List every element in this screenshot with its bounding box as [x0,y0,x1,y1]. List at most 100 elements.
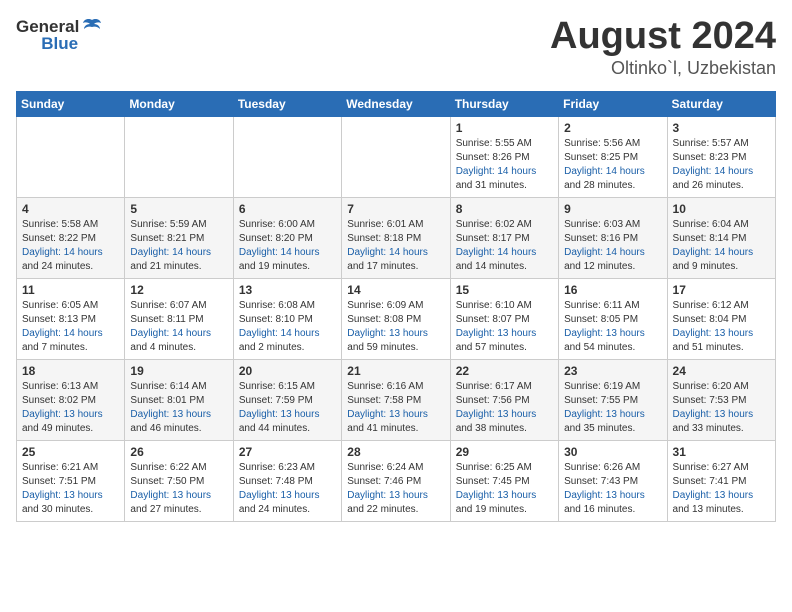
day-info: Sunrise: 6:00 AMSunset: 8:20 PMDaylight:… [239,218,336,274]
day-number: 26 [130,445,227,459]
day-info: Sunrise: 6:21 AMSunset: 7:51 PMDaylight:… [22,461,119,517]
day-info: Sunrise: 6:08 AMSunset: 8:10 PMDaylight:… [239,299,336,355]
calendar-cell: 2 Sunrise: 5:56 AMSunset: 8:25 PMDaylight… [559,116,667,197]
day-number: 30 [564,445,661,459]
day-number: 13 [239,283,336,297]
calendar-cell: 25Sunrise: 6:21 AMSunset: 7:51 PMDayligh… [17,440,125,521]
day-number: 22 [456,364,553,378]
day-info: Sunrise: 6:11 AMSunset: 8:05 PMDaylight:… [564,299,661,355]
day-info: Sunrise: 6:05 AMSunset: 8:13 PMDaylight:… [22,299,119,355]
calendar-cell: 20Sunrise: 6:15 AMSunset: 7:59 PMDayligh… [233,359,341,440]
logo-blue: Blue [41,34,78,54]
day-info: Sunrise: 6:02 AMSunset: 8:17 PMDaylight:… [456,218,553,274]
day-info: Sunrise: 5:56 AMSunset: 8:25 PMDaylight:… [564,137,661,193]
calendar-cell: 7 Sunrise: 6:01 AMSunset: 8:18 PMDaylight… [342,197,450,278]
day-number: 4 [22,202,119,216]
weekday-header-friday: Friday [559,91,667,116]
weekday-header-row: SundayMondayTuesdayWednesdayThursdayFrid… [17,91,776,116]
logo: General Blue [16,16,103,54]
calendar-cell: 5Sunrise: 5:59 AMSunset: 8:21 PMDaylight… [125,197,233,278]
calendar-cell: 12 Sunrise: 6:07 AMSunset: 8:11 PMDayligh… [125,278,233,359]
day-number: 7 [347,202,444,216]
calendar-cell: 30 Sunrise: 6:26 AMSunset: 7:43 PMDayligh… [559,440,667,521]
main-title: August 2024 [550,16,776,58]
day-info: Sunrise: 5:58 AMSunset: 8:22 PMDaylight:… [22,218,119,274]
calendar-cell [17,116,125,197]
day-info: Sunrise: 6:17 AMSunset: 7:56 PMDaylight:… [456,380,553,436]
day-number: 19 [130,364,227,378]
day-number: 10 [673,202,770,216]
calendar-cell: 22 Sunrise: 6:17 AMSunset: 7:56 PMDayligh… [450,359,558,440]
calendar-week-row: 1 Sunrise: 5:55 AMSunset: 8:26 PMDaylight… [17,116,776,197]
calendar-cell [125,116,233,197]
day-info: Sunrise: 6:26 AMSunset: 7:43 PMDaylight:… [564,461,661,517]
calendar-cell: 15 Sunrise: 6:10 AMSunset: 8:07 PMDayligh… [450,278,558,359]
logo-bird-icon [81,16,103,38]
day-number: 3 [673,121,770,135]
subtitle: Oltinko`l, Uzbekistan [550,58,776,79]
calendar-cell [342,116,450,197]
day-number: 31 [673,445,770,459]
day-number: 16 [564,283,661,297]
day-number: 28 [347,445,444,459]
weekday-header-sunday: Sunday [17,91,125,116]
day-info: Sunrise: 6:04 AMSunset: 8:14 PMDaylight:… [673,218,770,274]
day-info: Sunrise: 6:01 AMSunset: 8:18 PMDaylight:… [347,218,444,274]
day-number: 23 [564,364,661,378]
day-number: 11 [22,283,119,297]
day-number: 24 [673,364,770,378]
calendar-week-row: 4 Sunrise: 5:58 AMSunset: 8:22 PMDaylight… [17,197,776,278]
day-number: 2 [564,121,661,135]
day-number: 15 [456,283,553,297]
day-number: 9 [564,202,661,216]
calendar-week-row: 25Sunrise: 6:21 AMSunset: 7:51 PMDayligh… [17,440,776,521]
day-number: 17 [673,283,770,297]
calendar-cell: 11 Sunrise: 6:05 AMSunset: 8:13 PMDayligh… [17,278,125,359]
day-number: 8 [456,202,553,216]
day-info: Sunrise: 6:23 AMSunset: 7:48 PMDaylight:… [239,461,336,517]
calendar-cell: 18Sunrise: 6:13 AMSunset: 8:02 PMDayligh… [17,359,125,440]
day-info: Sunrise: 6:03 AMSunset: 8:16 PMDaylight:… [564,218,661,274]
calendar-cell: 3 Sunrise: 5:57 AMSunset: 8:23 PMDaylight… [667,116,775,197]
day-info: Sunrise: 5:59 AMSunset: 8:21 PMDaylight:… [130,218,227,274]
calendar-cell: 4 Sunrise: 5:58 AMSunset: 8:22 PMDaylight… [17,197,125,278]
day-info: Sunrise: 6:12 AMSunset: 8:04 PMDaylight:… [673,299,770,355]
day-number: 14 [347,283,444,297]
day-info: Sunrise: 6:07 AMSunset: 8:11 PMDaylight:… [130,299,227,355]
calendar-cell: 23 Sunrise: 6:19 AMSunset: 7:55 PMDayligh… [559,359,667,440]
weekday-header-tuesday: Tuesday [233,91,341,116]
title-block: August 2024 Oltinko`l, Uzbekistan [550,16,776,79]
day-number: 29 [456,445,553,459]
day-info: Sunrise: 6:20 AMSunset: 7:53 PMDaylight:… [673,380,770,436]
day-number: 27 [239,445,336,459]
day-info: Sunrise: 5:55 AMSunset: 8:26 PMDaylight:… [456,137,553,193]
weekday-header-thursday: Thursday [450,91,558,116]
weekday-header-wednesday: Wednesday [342,91,450,116]
page-header: General Blue August 2024 Oltinko`l, Uzbe… [16,16,776,79]
calendar-cell [233,116,341,197]
day-info: Sunrise: 6:19 AMSunset: 7:55 PMDaylight:… [564,380,661,436]
calendar-cell: 1 Sunrise: 5:55 AMSunset: 8:26 PMDaylight… [450,116,558,197]
calendar-table: SundayMondayTuesdayWednesdayThursdayFrid… [16,91,776,522]
calendar-cell: 27 Sunrise: 6:23 AMSunset: 7:48 PMDayligh… [233,440,341,521]
calendar-cell: 9 Sunrise: 6:03 AMSunset: 8:16 PMDaylight… [559,197,667,278]
day-number: 6 [239,202,336,216]
calendar-cell: 19 Sunrise: 6:14 AMSunset: 8:01 PMDayligh… [125,359,233,440]
day-info: Sunrise: 6:27 AMSunset: 7:41 PMDaylight:… [673,461,770,517]
day-info: Sunrise: 6:15 AMSunset: 7:59 PMDaylight:… [239,380,336,436]
calendar-cell: 28Sunrise: 6:24 AMSunset: 7:46 PMDayligh… [342,440,450,521]
day-number: 12 [130,283,227,297]
calendar-week-row: 18Sunrise: 6:13 AMSunset: 8:02 PMDayligh… [17,359,776,440]
calendar-cell: 13 Sunrise: 6:08 AMSunset: 8:10 PMDayligh… [233,278,341,359]
day-info: Sunrise: 6:10 AMSunset: 8:07 PMDaylight:… [456,299,553,355]
calendar-cell: 17 Sunrise: 6:12 AMSunset: 8:04 PMDayligh… [667,278,775,359]
day-info: Sunrise: 5:57 AMSunset: 8:23 PMDaylight:… [673,137,770,193]
day-info: Sunrise: 6:25 AMSunset: 7:45 PMDaylight:… [456,461,553,517]
weekday-header-monday: Monday [125,91,233,116]
day-info: Sunrise: 6:14 AMSunset: 8:01 PMDaylight:… [130,380,227,436]
calendar-cell: 21Sunrise: 6:16 AMSunset: 7:58 PMDayligh… [342,359,450,440]
calendar-cell: 6 Sunrise: 6:00 AMSunset: 8:20 PMDaylight… [233,197,341,278]
day-number: 1 [456,121,553,135]
calendar-cell: 16 Sunrise: 6:11 AMSunset: 8:05 PMDayligh… [559,278,667,359]
weekday-header-saturday: Saturday [667,91,775,116]
